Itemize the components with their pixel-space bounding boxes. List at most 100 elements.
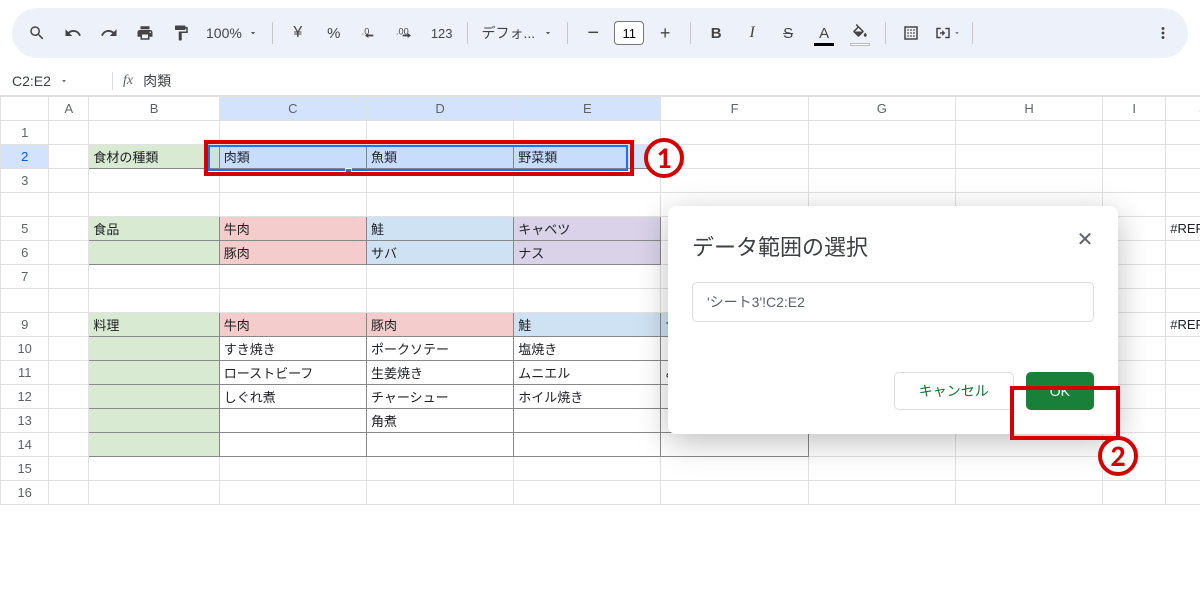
bold-button[interactable]: B [699,16,733,50]
cell[interactable]: 豚肉 [366,313,513,337]
row-header[interactable]: 10 [1,337,49,361]
increase-fontsize-button[interactable]: + [648,16,682,50]
row-header[interactable]: 8 [1,289,49,313]
cell[interactable]: 塩焼き [514,337,661,361]
cell[interactable]: 豚肉 [219,241,366,265]
name-box[interactable]: C2:E2 [12,73,102,89]
formula-content[interactable]: 肉類 [143,71,171,91]
ok-button[interactable]: OK [1026,372,1094,410]
row-header[interactable]: 15 [1,457,49,481]
undo-icon[interactable] [56,16,90,50]
cell[interactable] [89,337,219,361]
search-icon[interactable] [20,16,54,50]
font-dropdown[interactable]: デフォ... [476,23,560,43]
row-header[interactable]: 1 [1,121,49,145]
cell[interactable] [89,361,219,385]
cell[interactable] [219,409,366,433]
row-header[interactable]: 2 [1,145,49,169]
row-header[interactable]: 16 [1,481,49,505]
cell[interactable] [89,409,219,433]
cell[interactable]: 肉類 [219,145,366,169]
col-header[interactable]: J [1166,97,1200,121]
selection-handle[interactable] [345,168,352,175]
data-range-dialog: ✕ データ範囲の選択 キャンセル OK [668,206,1118,434]
spreadsheet-grid[interactable]: A B C D E F G H I J 1 2 食材の種類 肉類 魚類 野菜類 … [0,96,1200,505]
select-all-corner[interactable] [1,97,49,121]
col-header[interactable]: D [366,97,513,121]
col-header[interactable]: H [955,97,1102,121]
col-header[interactable]: C [219,97,366,121]
cell[interactable] [514,433,661,457]
row-header[interactable]: 9 [1,313,49,337]
cell[interactable] [89,385,219,409]
cell[interactable] [219,433,366,457]
cell[interactable]: ローストビーフ [219,361,366,385]
cell[interactable]: 料理 [89,313,219,337]
separator [112,72,113,90]
cell[interactable] [89,241,219,265]
decrease-decimal-icon[interactable]: .0 [353,16,387,50]
cell[interactable]: すき焼き [219,337,366,361]
range-input[interactable] [692,282,1094,322]
cell[interactable]: 魚類 [366,145,513,169]
redo-icon[interactable] [92,16,126,50]
cell[interactable]: 食材の種類 [89,145,219,169]
zoom-dropdown[interactable]: 100% [200,25,264,41]
cell[interactable]: 食品 [89,217,219,241]
more-button[interactable] [1146,16,1180,50]
cell[interactable] [661,433,808,457]
cell[interactable]: 野菜類 [514,145,661,169]
row-header[interactable]: 7 [1,265,49,289]
cell[interactable]: 生姜焼き [366,361,513,385]
row-header[interactable]: 5 [1,217,49,241]
cell[interactable]: ムニエル [514,361,661,385]
col-header[interactable]: F [661,97,808,121]
cell[interactable]: #REF! [1166,217,1200,241]
cell[interactable]: チャーシュー [366,385,513,409]
cell[interactable]: しぐれ煮 [219,385,366,409]
col-header[interactable]: I [1103,97,1166,121]
number-format-button[interactable]: 123 [425,16,459,50]
cell[interactable] [366,433,513,457]
currency-icon[interactable]: ¥ [281,16,315,50]
cancel-button[interactable]: キャンセル [894,372,1014,410]
col-header[interactable]: B [89,97,219,121]
cell[interactable]: 角煮 [366,409,513,433]
print-icon[interactable] [128,16,162,50]
col-header[interactable]: G [808,97,955,121]
col-header[interactable]: A [49,97,89,121]
cell[interactable]: ポークソテー [366,337,513,361]
cell[interactable]: 鮭 [514,313,661,337]
cell[interactable]: キャベツ [514,217,661,241]
text-color-button[interactable]: A [807,16,841,50]
cell[interactable]: ホイル焼き [514,385,661,409]
col-header[interactable]: E [514,97,661,121]
row-header[interactable]: 14 [1,433,49,457]
row-header[interactable]: 13 [1,409,49,433]
cell[interactable]: 牛肉 [219,217,366,241]
cell[interactable] [514,409,661,433]
fill-color-button[interactable] [843,16,877,50]
cell[interactable]: ナス [514,241,661,265]
row-header[interactable]: 3 [1,169,49,193]
cell[interactable]: 牛肉 [219,313,366,337]
increase-decimal-icon[interactable]: .00 [389,16,423,50]
borders-button[interactable] [894,16,928,50]
paint-format-icon[interactable] [164,16,198,50]
cell[interactable]: #REF! [1166,313,1200,337]
cell[interactable]: 鮭 [366,217,513,241]
percent-icon[interactable]: % [317,16,351,50]
row-header[interactable]: 4 [1,193,49,217]
cell[interactable]: サバ [366,241,513,265]
merge-cells-button[interactable] [930,16,964,50]
italic-button[interactable]: I [735,16,769,50]
cell[interactable] [89,433,219,457]
fontsize-input[interactable] [614,21,644,45]
formula-bar: C2:E2 fx 肉類 [0,66,1200,96]
decrease-fontsize-button[interactable]: − [576,16,610,50]
row-header[interactable]: 6 [1,241,49,265]
row-header[interactable]: 12 [1,385,49,409]
row-header[interactable]: 11 [1,361,49,385]
strikethrough-button[interactable]: S [771,16,805,50]
dialog-close-button[interactable]: ✕ [1070,224,1100,254]
